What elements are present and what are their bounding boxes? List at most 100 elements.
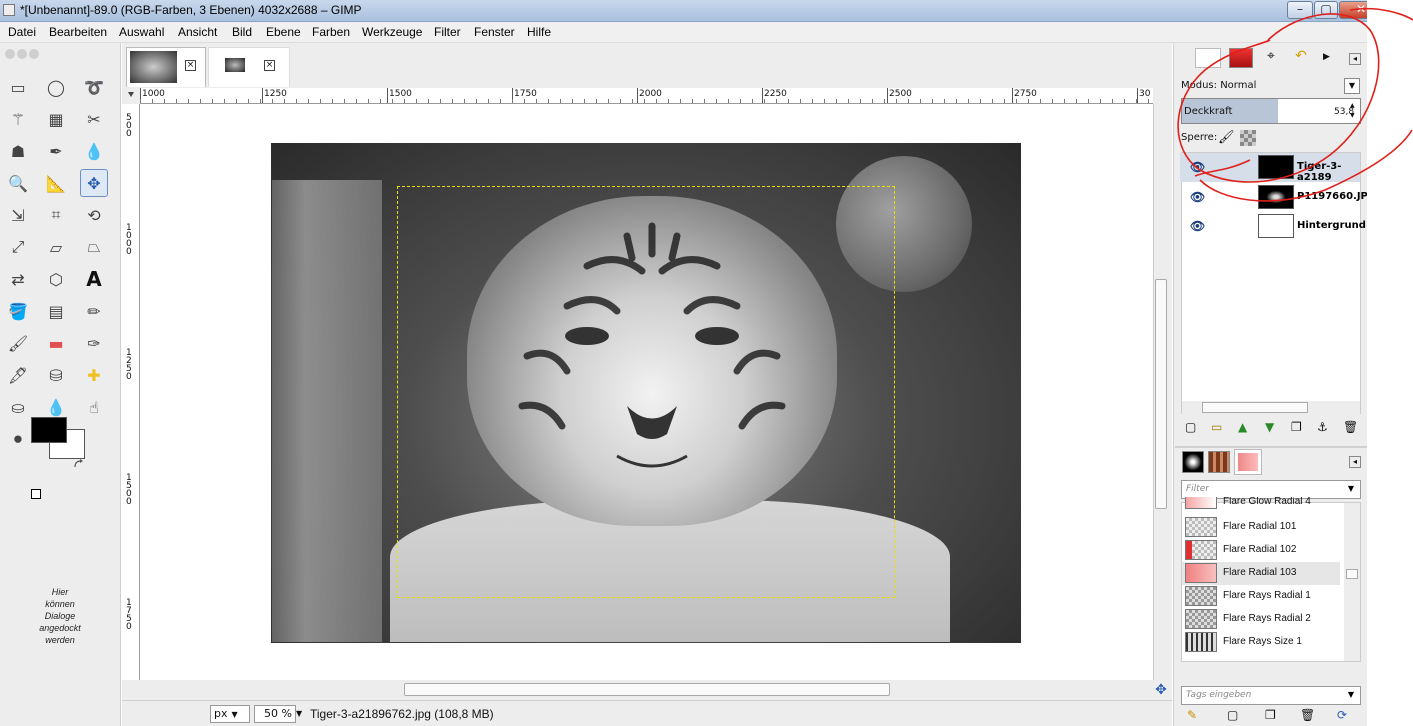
menu-werkzeuge[interactable]: Werkzeuge xyxy=(362,25,422,39)
lock-pixels-icon[interactable]: 🖌 xyxy=(1218,130,1235,145)
paintbrush-tool-button[interactable]: 🖌 xyxy=(4,329,32,357)
free-select-tool-button[interactable]: ➰ xyxy=(80,73,108,101)
rect-select-tool-button[interactable]: ▭ xyxy=(4,73,32,101)
move-tool-button[interactable]: ✥ xyxy=(80,169,108,197)
paths-tab-icon[interactable]: ⌖ xyxy=(1259,48,1283,68)
new-layer-group-icon[interactable]: ▭ xyxy=(1211,420,1222,434)
mode-dropdown-button[interactable]: ▼ xyxy=(1344,78,1360,94)
rotate-tool-button[interactable]: ⟲ xyxy=(80,201,108,229)
menu-bearbeiten[interactable]: Bearbeiten xyxy=(49,25,107,39)
vertical-scroll-thumb[interactable] xyxy=(1155,279,1167,509)
fuzzy-select-tool-button[interactable]: ⚚ xyxy=(4,105,32,133)
layer-list-hscroll[interactable] xyxy=(1182,401,1360,414)
layers-tab-icon[interactable] xyxy=(1195,48,1221,68)
horizontal-scrollbar[interactable] xyxy=(140,682,1153,698)
ink-tool-button[interactable]: 🖋 xyxy=(4,361,32,389)
layer-name[interactable]: Hintergrund xyxy=(1297,220,1366,231)
opacity-spinner[interactable]: ▲ ▼ xyxy=(1350,101,1360,121)
paths-tool-button[interactable]: ✒ xyxy=(42,137,70,165)
duplicate-gradient-icon[interactable]: ❐ xyxy=(1265,708,1276,722)
layer-row[interactable]: 👁 Tiger-3-a2189 xyxy=(1180,153,1360,183)
gradient-scroll-thumb[interactable] xyxy=(1346,569,1358,579)
gradient-list-item[interactable]: Flare Radial 102 xyxy=(1182,539,1340,562)
ellipse-select-tool-button[interactable]: ◯ xyxy=(42,73,70,101)
close-tab-icon[interactable]: × xyxy=(264,60,275,71)
ruler-corner-icon[interactable] xyxy=(122,88,140,104)
foreground-color-swatch-top[interactable] xyxy=(31,417,67,443)
new-layer-icon[interactable]: ▢ xyxy=(1185,420,1196,434)
align-tool-button[interactable]: ⇲ xyxy=(4,201,32,229)
opacity-slider[interactable]: Deckkraft 53,8 ▲ ▼ xyxy=(1181,98,1361,124)
layer-row[interactable]: 👁 Hintergrund xyxy=(1180,212,1366,241)
delete-layer-icon[interactable]: 🗑 xyxy=(1343,420,1358,434)
layer-name[interactable]: Tiger-3-a2189 xyxy=(1297,161,1360,183)
zoom-tool-button[interactable]: 🔍 xyxy=(4,169,32,197)
color-picker-tool-button[interactable]: 💧 xyxy=(80,137,108,165)
channels-tab-icon[interactable] xyxy=(1229,48,1253,68)
anchor-layer-icon[interactable]: ⚓ xyxy=(1317,420,1328,434)
menu-datei[interactable]: Datei xyxy=(8,25,36,39)
shear-tool-button[interactable]: ▱ xyxy=(42,233,70,261)
undo-history-tab-icon[interactable]: ↶ xyxy=(1289,48,1313,68)
heal-tool-button[interactable]: ✚ xyxy=(80,361,108,389)
image-tab-1[interactable]: × xyxy=(126,47,206,87)
gradient-list-item[interactable]: Flare Glow Radial 4 xyxy=(1182,497,1340,510)
navigate-icon[interactable]: ✥ xyxy=(1153,682,1169,698)
clone-tool-button[interactable]: ⛁ xyxy=(42,361,70,389)
gradient-list-item[interactable]: Flare Rays Radial 2 xyxy=(1182,608,1340,631)
pencil-tool-button[interactable]: ✏ xyxy=(80,297,108,325)
vertical-ruler[interactable]: 5 0 0 1 0 0 0 1 2 5 0 1 5 0 0 1 7 5 0 xyxy=(122,104,140,680)
scale-tool-button[interactable]: ⤢ xyxy=(4,233,32,261)
dock-menu-icon[interactable]: ◂ xyxy=(1349,456,1361,468)
gradient-list-item[interactable]: Flare Rays Size 1 xyxy=(1182,631,1340,654)
flip-tool-button[interactable]: ⇄ xyxy=(4,265,32,293)
lower-layer-icon[interactable]: ▼ xyxy=(1265,420,1274,434)
select-by-color-tool-button[interactable]: ▦ xyxy=(42,105,70,133)
lock-alpha-icon[interactable] xyxy=(1240,130,1256,146)
foreground-select-tool-button[interactable]: ☗ xyxy=(4,137,32,165)
unit-select[interactable]: px ▼ xyxy=(210,705,250,723)
close-tab-icon[interactable]: × xyxy=(185,60,196,71)
menu-fenster[interactable]: Fenster xyxy=(474,25,515,39)
chevron-down-icon[interactable]: ▼ xyxy=(296,705,306,723)
gradient-list-item[interactable]: Flare Radial 103 xyxy=(1182,562,1340,585)
patterns-tab-icon[interactable] xyxy=(1208,451,1230,473)
horizontal-ruler[interactable]: 1000 1250 1500 1750 2000 2250 2500 2750 30 xyxy=(140,88,1153,104)
visibility-eye-icon[interactable]: 👁 xyxy=(1190,219,1205,233)
smudge-tool-button[interactable]: ☝ xyxy=(80,393,108,421)
layer-row[interactable]: 👁 P1197660.JP xyxy=(1180,183,1368,212)
visibility-eye-icon[interactable]: 👁 xyxy=(1190,160,1205,174)
delete-gradient-icon[interactable]: 🗑 xyxy=(1300,708,1315,722)
dock-menu-icon[interactable]: ◂ xyxy=(1349,53,1361,65)
measure-tool-button[interactable]: 📐 xyxy=(42,169,70,197)
layer-list-scroll-thumb[interactable] xyxy=(1202,402,1308,413)
gradients-tab-icon[interactable] xyxy=(1234,449,1262,475)
horizontal-scroll-thumb[interactable] xyxy=(404,683,890,696)
zoom-select[interactable]: 50 % xyxy=(254,705,296,723)
menu-auswahl[interactable]: Auswahl xyxy=(119,25,164,39)
gradient-list-item[interactable]: Flare Rays Radial 1 xyxy=(1182,585,1340,608)
gradient-list-scrollbar[interactable] xyxy=(1344,503,1360,661)
cage-tool-button[interactable]: ⬡ xyxy=(42,265,70,293)
menu-ansicht[interactable]: Ansicht xyxy=(178,25,217,39)
blend-tool-button[interactable]: ▤ xyxy=(42,297,70,325)
bucket-fill-tool-button[interactable]: 🪣 xyxy=(4,297,32,325)
duplicate-layer-icon[interactable]: ❐ xyxy=(1291,420,1302,434)
gradient-list-item[interactable]: Flare Radial 101 xyxy=(1182,516,1340,539)
maximize-button[interactable]: ▢ xyxy=(1314,1,1338,19)
airbrush-tool-button[interactable]: ✑ xyxy=(80,329,108,357)
eraser-tool-button[interactable]: ▬ xyxy=(42,329,70,357)
brushes-tab-icon[interactable] xyxy=(1182,451,1204,473)
tags-input[interactable]: Tags eingeben ▼ xyxy=(1181,686,1361,705)
menu-bild[interactable]: Bild xyxy=(232,25,252,39)
new-gradient-icon[interactable]: ▢ xyxy=(1227,708,1238,722)
scissors-tool-button[interactable]: ✂ xyxy=(80,105,108,133)
edit-gradient-icon[interactable]: ✎ xyxy=(1187,708,1197,722)
dodge-burn-tool-button[interactable]: ⚫ xyxy=(4,425,32,453)
vertical-scrollbar[interactable] xyxy=(1153,104,1169,680)
menu-ebene[interactable]: Ebene xyxy=(266,25,301,39)
scroll-tabs-right-icon[interactable]: ▶ xyxy=(1323,52,1330,62)
refresh-gradients-icon[interactable]: ⟳ xyxy=(1337,708,1347,722)
raise-layer-icon[interactable]: ▲ xyxy=(1238,420,1247,434)
crop-tool-button[interactable]: ⌗ xyxy=(42,201,70,229)
